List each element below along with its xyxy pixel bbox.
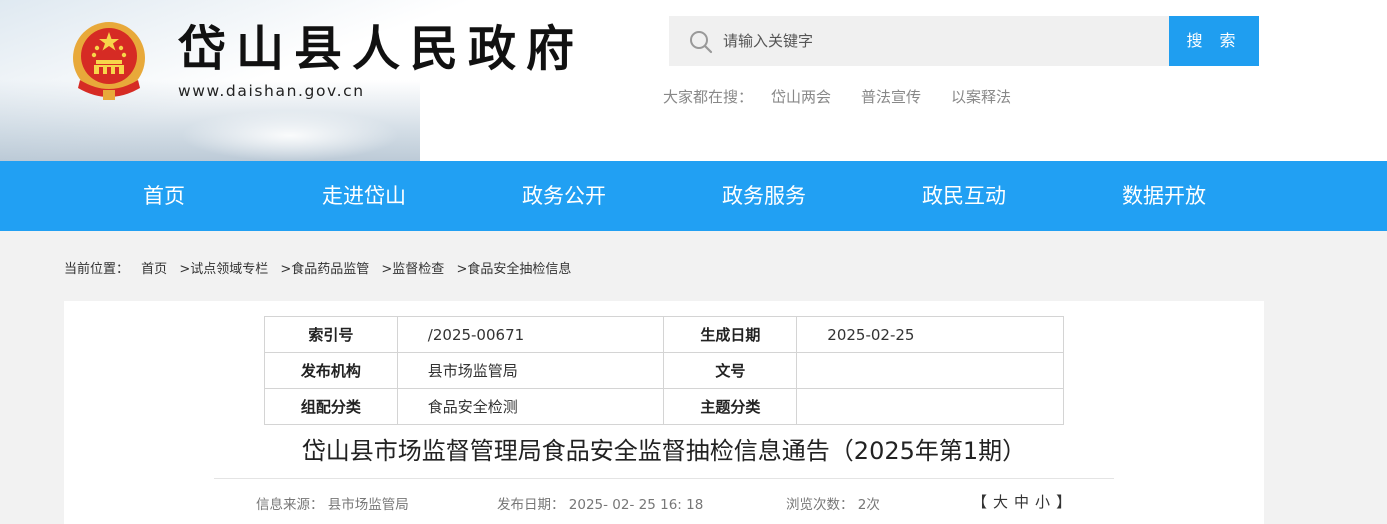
nav-item-about-daishan[interactable]: 走进岱山 xyxy=(264,161,464,231)
nav-item-open-data[interactable]: 数据开放 xyxy=(1064,161,1264,231)
search-box xyxy=(669,16,1169,66)
breadcrumb-item[interactable]: >试点领域专栏 xyxy=(179,262,268,277)
article-panel: 索引号 /2025-00671 生成日期 2025-02-25 发布机构 县市场… xyxy=(64,301,1264,524)
hot-search-link[interactable]: 以案释法 xyxy=(951,86,1011,107)
meta-key: 主题分类 xyxy=(663,388,798,425)
nav-item-home[interactable]: 首页 xyxy=(64,161,264,231)
national-emblem-icon xyxy=(73,22,145,100)
meta-value xyxy=(796,388,1064,425)
font-size-small-button[interactable]: 小 xyxy=(1035,493,1050,511)
meta-key: 生成日期 xyxy=(663,316,798,353)
font-size-control: 【大中小】 xyxy=(969,491,1074,512)
table-row: 索引号 /2025-00671 生成日期 2025-02-25 xyxy=(264,316,1064,353)
search-icon xyxy=(690,31,713,54)
article-publish-date: 发布日期： 2025- 02- 25 16: 18 xyxy=(497,497,704,513)
site-header: 岱山县人民政府 www.daishan.gov.cn 搜 索 大家都在搜： 岱山… xyxy=(0,0,1387,161)
site-url: www.daishan.gov.cn xyxy=(178,82,365,100)
breadcrumb: 当前位置： 首页 >试点领域专栏 >食品药品监管 >监督检查 >食品安全抽检信息 xyxy=(64,258,579,277)
site-title: 岱山县人民政府 xyxy=(178,21,585,77)
article-source: 信息来源： 县市场监管局 xyxy=(256,497,409,513)
meta-key: 组配分类 xyxy=(264,388,398,425)
breadcrumb-label: 当前位置： xyxy=(64,262,130,277)
bracket-open: 【 xyxy=(972,493,988,511)
table-row: 组配分类 食品安全检测 主题分类 xyxy=(264,388,1064,425)
breadcrumb-item[interactable]: >食品安全抽检信息 xyxy=(456,262,571,277)
meta-value: 食品安全检测 xyxy=(396,388,665,425)
document-meta-table: 索引号 /2025-00671 生成日期 2025-02-25 发布机构 县市场… xyxy=(264,316,1064,425)
meta-value: 县市场监管局 xyxy=(396,352,665,389)
nav-item-government-affairs-open[interactable]: 政务公开 xyxy=(464,161,664,231)
hot-search: 大家都在搜： 岱山两会 普法宣传 以案释法 xyxy=(663,86,1041,107)
table-row: 发布机构 县市场监管局 文号 xyxy=(264,352,1064,389)
breadcrumb-item[interactable]: >食品药品监管 xyxy=(280,262,369,277)
meta-value: /2025-00671 xyxy=(396,316,665,353)
breadcrumb-item[interactable]: 首页 xyxy=(141,262,167,277)
nav-item-government-services[interactable]: 政务服务 xyxy=(664,161,864,231)
search-input[interactable] xyxy=(723,16,1153,66)
bracket-close: 】 xyxy=(1056,493,1072,511)
nav-item-interaction[interactable]: 政民互动 xyxy=(864,161,1064,231)
main-nav: 首页 走进岱山 政务公开 政务服务 政民互动 数据开放 xyxy=(0,161,1387,231)
article-view-count: 浏览次数： 2次 xyxy=(786,497,880,513)
hot-search-link[interactable]: 岱山两会 xyxy=(771,86,831,107)
font-size-large-button[interactable]: 大 xyxy=(993,493,1008,511)
meta-value: 2025-02-25 xyxy=(796,316,1064,353)
search-button[interactable]: 搜 索 xyxy=(1169,16,1259,66)
font-size-medium-button[interactable]: 中 xyxy=(1014,493,1029,511)
article-title-block: 岱山县市场监督管理局食品安全监督抽检信息通告（2025年第1期） xyxy=(214,431,1114,479)
breadcrumb-item[interactable]: >监督检查 xyxy=(381,262,444,277)
meta-key: 索引号 xyxy=(264,316,398,353)
article-title: 岱山县市场监督管理局食品安全监督抽检信息通告（2025年第1期） xyxy=(301,437,1027,465)
meta-key: 文号 xyxy=(663,352,798,389)
meta-key: 发布机构 xyxy=(264,352,398,389)
hot-search-link[interactable]: 普法宣传 xyxy=(861,86,921,107)
hot-search-label: 大家都在搜： xyxy=(663,88,754,106)
meta-value xyxy=(796,352,1064,389)
